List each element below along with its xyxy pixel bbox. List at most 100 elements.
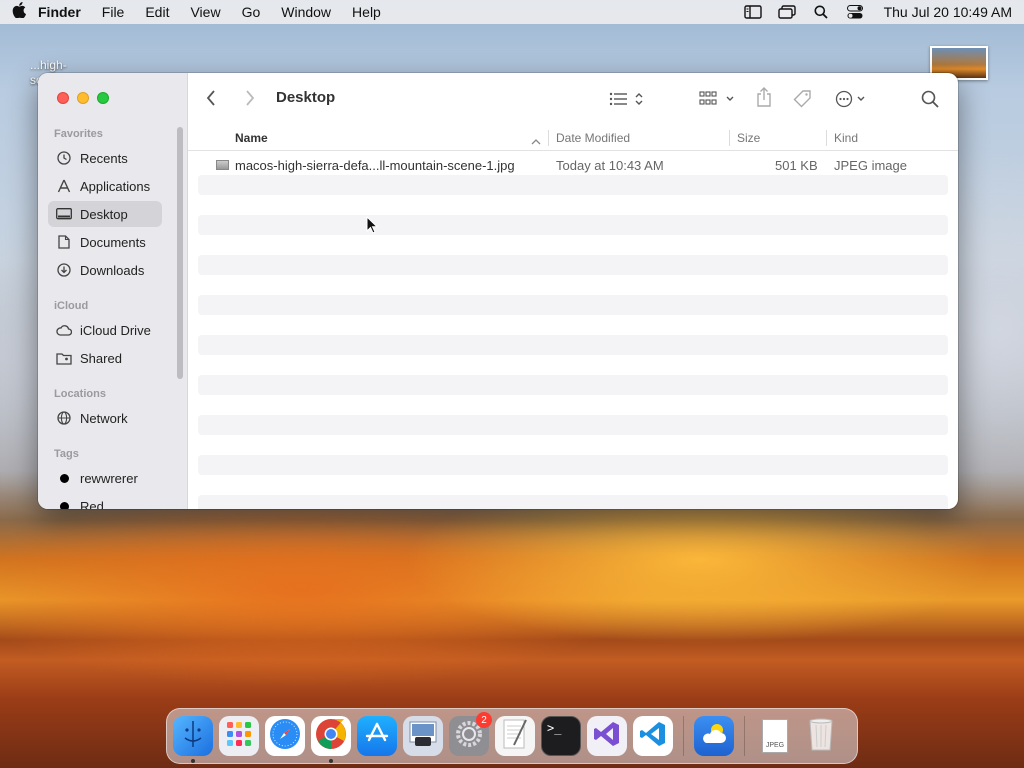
sidebar-section-favorites: Favorites (54, 128, 103, 140)
sidebar-item-downloads[interactable]: Downloads (48, 257, 162, 283)
sidebar-item-label: Network (80, 410, 128, 426)
group-by-button[interactable] (699, 90, 737, 108)
dock-vscode[interactable] (633, 716, 673, 756)
menu-window[interactable]: Window (281, 4, 331, 20)
dock-textedit[interactable] (495, 716, 535, 756)
vscode-icon (638, 719, 668, 754)
close-window-button[interactable] (57, 92, 69, 104)
spotlight-search-icon[interactable] (812, 5, 830, 19)
menu-file[interactable]: File (102, 4, 125, 20)
forward-button[interactable] (245, 89, 255, 107)
sidebar-item-icloud-drive[interactable]: iCloud Drive (48, 317, 162, 343)
dock-finder[interactable] (173, 716, 213, 763)
sort-ascending-icon[interactable] (531, 134, 541, 148)
sidebar-item-label: rewwrerer (80, 470, 138, 486)
empty-row (198, 235, 948, 255)
column-header-size[interactable]: Size (737, 131, 760, 145)
sidebar-item-recents[interactable]: Recents (48, 145, 162, 171)
empty-row (198, 315, 948, 335)
sidebar-item-label: iCloud Drive (80, 322, 151, 338)
sidebar-toggle-status-icon[interactable] (743, 5, 762, 19)
sidebar-scrollbar[interactable] (177, 127, 183, 379)
menubar-clock[interactable]: Thu Jul 20 10:49 AM (884, 4, 1012, 20)
dock-jpeg-document[interactable]: JPEG (755, 716, 795, 756)
empty-row (198, 355, 948, 375)
menu-view[interactable]: View (190, 4, 220, 20)
sidebar-item-shared[interactable]: Shared (48, 345, 162, 371)
menu-go[interactable]: Go (242, 4, 261, 20)
dock-visual-studio[interactable] (587, 716, 627, 756)
finder-sidebar: Favorites Recents Applications Desktop D… (38, 73, 188, 509)
dock-trash[interactable] (801, 716, 841, 756)
finder-content: Desktop Name Date Modified Size Kind mac… (188, 73, 958, 509)
minimize-window-button[interactable] (77, 92, 89, 104)
column-header-kind[interactable]: Kind (834, 131, 858, 145)
sidebar-item-network[interactable]: Network (48, 405, 162, 431)
empty-row (198, 335, 948, 355)
file-date-modified: Today at 10:43 AM (556, 158, 664, 173)
menu-bar: Finder File Edit View Go Window Help Thu… (0, 0, 1024, 24)
back-button[interactable] (206, 89, 216, 107)
control-center-icon[interactable] (846, 5, 864, 19)
sidebar-section-icloud: iCloud (54, 300, 89, 312)
column-divider[interactable] (826, 130, 827, 146)
shared-folder-icon (56, 350, 72, 366)
dock-weather[interactable] (694, 716, 734, 756)
dock-launchpad[interactable] (219, 716, 259, 756)
sidebar-item-label: Applications (80, 178, 151, 194)
sidebar-item-applications[interactable]: Applications (48, 173, 162, 199)
cloud-icon (56, 322, 72, 338)
dock-separator (683, 716, 684, 756)
share-button[interactable] (756, 87, 772, 107)
sidebar-item-label: Shared (80, 350, 122, 366)
empty-row (198, 495, 948, 509)
dock-app-store[interactable] (357, 716, 397, 756)
dock-terminal[interactable]: >_ (541, 716, 581, 756)
more-actions-button[interactable] (835, 90, 869, 108)
sidebar-item-label: Downloads (80, 262, 145, 278)
tag-button[interactable] (793, 89, 813, 109)
column-header-name[interactable]: Name (235, 131, 268, 145)
empty-row (198, 175, 948, 195)
apple-menu-icon[interactable] (12, 2, 38, 22)
sidebar-item-tag-red[interactable]: Red (48, 493, 162, 509)
safari-icon (268, 717, 302, 756)
menu-app-name[interactable]: Finder (38, 4, 81, 20)
menu-help[interactable]: Help (352, 4, 381, 20)
sidebar-section-locations: Locations (54, 388, 106, 400)
dock-preview[interactable] (403, 716, 443, 756)
empty-row (198, 475, 948, 495)
empty-row (198, 395, 948, 415)
sidebar-item-label: Documents (80, 234, 146, 250)
sidebar-section-tags: Tags (54, 448, 79, 460)
sidebar-item-label: Red (80, 498, 104, 510)
table-row[interactable]: macos-high-sierra-defa...ll-mountain-sce… (198, 155, 948, 175)
running-indicator (329, 759, 333, 763)
dock-safari[interactable] (265, 716, 305, 756)
file-size: 501 KB (775, 158, 818, 173)
column-divider[interactable] (548, 130, 549, 146)
textedit-icon (500, 717, 530, 756)
tag-color-dot-icon (56, 498, 72, 509)
dock-system-settings[interactable]: 2 (449, 712, 492, 756)
column-divider[interactable] (729, 130, 730, 146)
dock-chrome[interactable] (311, 716, 351, 763)
sidebar-item-tag-rewwrerer[interactable]: rewwrerer (48, 465, 162, 491)
column-header-date-modified[interactable]: Date Modified (556, 131, 630, 145)
sidebar-item-desktop[interactable]: Desktop (48, 201, 162, 227)
empty-row (198, 215, 948, 235)
file-name: macos-high-sierra-defa...ll-mountain-sce… (235, 158, 515, 173)
notification-badge: 2 (476, 712, 492, 728)
chrome-icon (314, 717, 348, 756)
empty-row (198, 275, 948, 295)
menu-edit[interactable]: Edit (145, 4, 169, 20)
empty-row (198, 375, 948, 395)
visual-studio-icon (592, 719, 622, 754)
screen-mirroring-icon[interactable] (777, 5, 796, 19)
search-button[interactable] (921, 90, 939, 108)
maximize-window-button[interactable] (97, 92, 109, 104)
applications-icon (56, 178, 72, 194)
sidebar-item-documents[interactable]: Documents (48, 229, 162, 255)
list-view-button[interactable] (609, 90, 649, 108)
jpeg-file-icon (216, 160, 229, 170)
